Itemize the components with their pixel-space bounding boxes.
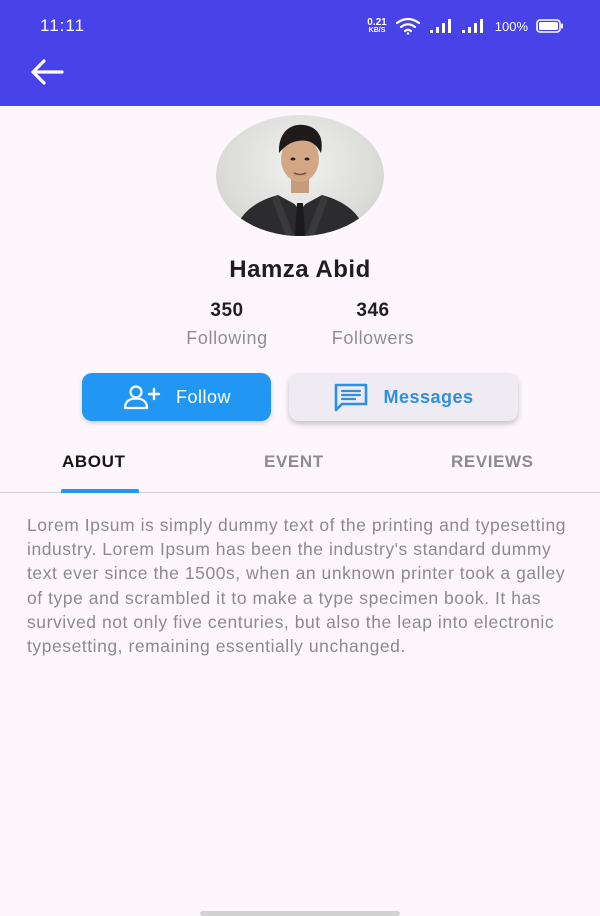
- wifi-icon: [395, 17, 420, 35]
- tab-reviews[interactable]: REVIEWS: [451, 452, 534, 472]
- about-text: Lorem Ipsum is simply dummy text of the …: [27, 515, 567, 657]
- message-icon: [335, 383, 368, 412]
- network-speed-value: 0.21: [367, 16, 387, 28]
- app-bar: 11:11 0.21 KB/S 100%: [0, 0, 600, 106]
- avatar: [216, 115, 384, 236]
- following-count: 350: [210, 300, 244, 321]
- signal-icon: [461, 19, 483, 33]
- network-speed-unit: KB/S: [368, 26, 386, 34]
- profile-name: Hamza Abid: [229, 256, 371, 283]
- add-user-icon: [123, 385, 161, 410]
- messages-button[interactable]: Messages: [289, 373, 518, 421]
- follow-button[interactable]: Follow: [82, 373, 271, 421]
- arrow-left-icon: [31, 59, 64, 85]
- tab-about[interactable]: ABOUT: [62, 452, 125, 472]
- follow-label: Follow: [175, 386, 231, 407]
- status-icons: 0.21 KB/S 100%: [367, 14, 564, 38]
- battery-percent: 100%: [494, 18, 528, 34]
- followers-label: Followers: [331, 328, 415, 348]
- active-tab-indicator: [61, 489, 139, 493]
- tab-event[interactable]: EVENT: [264, 452, 324, 472]
- back-button[interactable]: [26, 56, 68, 88]
- avatar-photo: [234, 124, 366, 236]
- followers-count: 346: [356, 300, 390, 321]
- tab-bar: ABOUT EVENT REVIEWS: [0, 440, 600, 492]
- messages-label: Messages: [383, 386, 474, 407]
- stat-followers[interactable]: 346 Followers: [313, 300, 433, 349]
- home-indicator[interactable]: [200, 911, 400, 916]
- network-speed: 0.21 KB/S: [367, 16, 387, 35]
- battery-icon: [536, 19, 563, 33]
- stat-following[interactable]: 350 Following: [167, 300, 287, 349]
- status-time: 11:11: [40, 16, 86, 35]
- following-label: Following: [186, 328, 268, 348]
- signal-icon: [429, 19, 451, 33]
- profile-screen: 11:11 0.21 KB/S 100% Hamza Abid 350 Foll…: [0, 0, 600, 916]
